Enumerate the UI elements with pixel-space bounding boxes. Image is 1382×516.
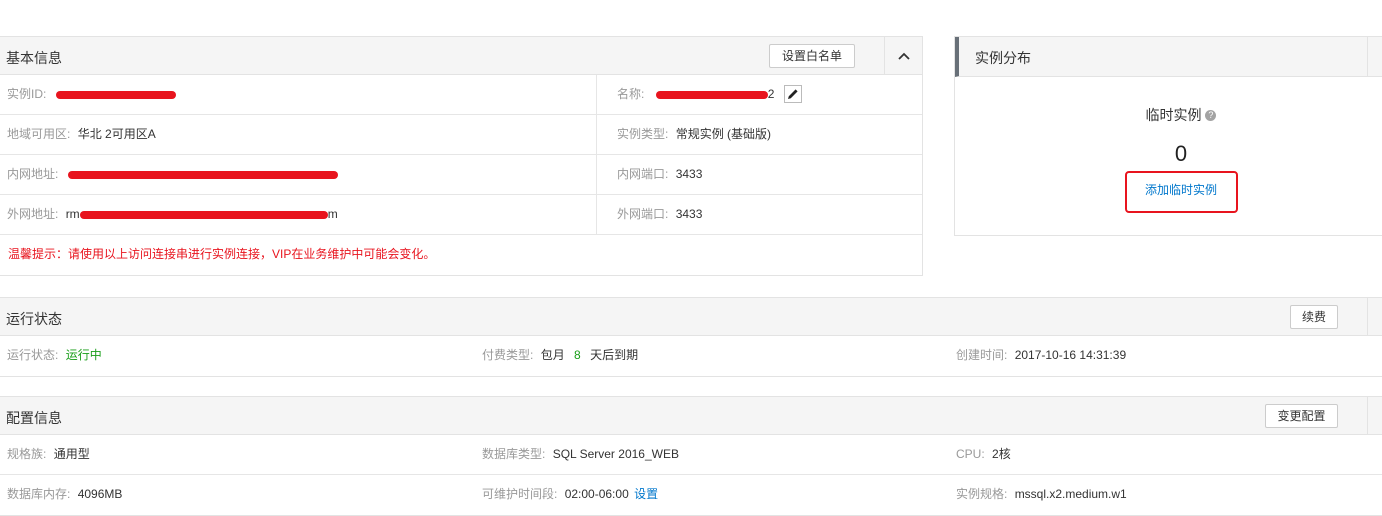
info-row-internet: 外网地址: rm m 外网端口: 3433 — [0, 195, 922, 235]
info-row-intranet: 内网地址: 内网端口: 3433 — [0, 155, 922, 195]
intranet-port-label: 内网端口: — [617, 167, 669, 181]
temp-instance-label-wrap: 临时实例 ? — [955, 105, 1382, 125]
db-memory-label: 数据库内存: — [7, 487, 71, 501]
internet-address-label: 外网地址: — [7, 207, 59, 221]
config-row-1: 规格族: 通用型 数据库类型: SQL Server 2016_WEB CPU:… — [0, 435, 1382, 475]
pay-type-label: 付费类型: — [482, 348, 534, 362]
internet-address-suffix: m — [327, 207, 338, 221]
created-time-field: 创建时间: 2017-10-16 14:31:39 — [956, 336, 1126, 375]
header-separator — [1367, 298, 1368, 335]
header-separator — [1367, 397, 1368, 434]
cpu-field: CPU: 2核 — [956, 435, 1011, 474]
name-field: 名称: 2 — [617, 75, 802, 114]
instance-id-label: 实例ID: — [7, 87, 47, 101]
run-status-value: 运行中 — [65, 348, 102, 362]
chevron-up-icon — [898, 52, 910, 60]
info-row-region: 地域可用区: 华北 2可用区A 实例类型: 常规实例 (基础版) — [0, 115, 922, 155]
region-label: 地域可用区: — [7, 127, 71, 141]
db-type-value: SQL Server 2016_WEB — [552, 447, 679, 461]
run-status-panel: 运行状态 续费 运行状态: 运行中 付费类型: 包月 8 天后到期 创建时间: … — [0, 297, 1382, 377]
connection-warning: 温馨提示：请使用以上访问连接串进行实例连接，VIP在业务维护中可能会变化。 — [8, 247, 436, 261]
pay-type-field: 付费类型: 包月 8 天后到期 — [482, 336, 638, 375]
cpu-value: 2核 — [992, 447, 1011, 461]
distribution-header: 实例分布 — [955, 37, 1382, 77]
distribution-title: 实例分布 — [975, 50, 1031, 66]
temp-instance-count: 0 — [1174, 141, 1188, 166]
intranet-address-label: 内网地址: — [7, 167, 59, 181]
cpu-label: CPU: — [956, 447, 985, 461]
maintenance-settings-link[interactable]: 设置 — [634, 487, 658, 501]
run-status-header: 运行状态 续费 — [0, 298, 1382, 336]
spec-family-label: 规格族: — [7, 447, 47, 461]
region-field: 地域可用区: 华北 2可用区A — [7, 115, 156, 154]
internet-port-label: 外网端口: — [617, 207, 669, 221]
created-time-label: 创建时间: — [956, 348, 1008, 362]
change-config-button[interactable]: 变更配置 — [1265, 404, 1338, 428]
basic-info-panel: 基本信息 设置白名单 实例ID: 名称: 2 地域可用区: 华北 2可用区A 实… — [0, 36, 923, 276]
instance-type-value: 常规实例 (基础版) — [675, 127, 772, 141]
created-time-value: 2017-10-16 14:31:39 — [1014, 348, 1127, 362]
basic-info-body: 实例ID: 名称: 2 地域可用区: 华北 2可用区A 实例类型: 常规实例 (… — [0, 75, 922, 275]
add-temp-instance-link[interactable]: 添加临时实例 — [955, 181, 1382, 198]
spec-family-value: 通用型 — [53, 447, 90, 461]
redacted-intranet-address — [67, 170, 338, 179]
pay-days-suffix: 天后到期 — [590, 348, 639, 362]
name-suffix: 2 — [767, 87, 775, 101]
pencil-icon — [787, 89, 798, 99]
spec-family-field: 规格族: 通用型 — [7, 435, 90, 474]
run-status-field: 运行状态: 运行中 — [7, 336, 102, 375]
run-status-title: 运行状态 — [6, 311, 62, 327]
header-separator — [1367, 37, 1368, 76]
instance-id-field: 实例ID: — [7, 75, 176, 114]
intranet-port-field: 内网端口: 3433 — [617, 155, 702, 194]
config-info-panel: 配置信息 变更配置 规格族: 通用型 数据库类型: SQL Server 201… — [0, 396, 1382, 516]
run-status-row: 运行状态: 运行中 付费类型: 包月 8 天后到期 创建时间: 2017-10-… — [0, 336, 1382, 376]
redacted-instance-id — [55, 90, 176, 99]
internet-address-prefix: rm — [65, 207, 80, 221]
redacted-name — [655, 90, 768, 99]
instance-type-field: 实例类型: 常规实例 (基础版) — [617, 115, 771, 154]
collapse-button[interactable] — [884, 37, 923, 74]
db-memory-value: 4096MB — [77, 487, 123, 501]
pay-type-value: 包月 — [540, 348, 565, 362]
intranet-address-field: 内网地址: — [7, 155, 338, 194]
intranet-port-value: 3433 — [675, 167, 703, 181]
redacted-internet-address — [79, 210, 328, 219]
maintenance-window-label: 可维护时间段: — [482, 487, 558, 501]
maintenance-window-field: 可维护时间段: 02:00-06:00 设置 — [482, 475, 658, 514]
basic-info-title: 基本信息 — [6, 50, 62, 66]
renew-button[interactable]: 续费 — [1290, 305, 1338, 329]
instance-type-label: 实例类型: — [617, 127, 669, 141]
name-label: 名称: — [617, 87, 645, 101]
internet-port-field: 外网端口: 3433 — [617, 195, 702, 234]
db-type-label: 数据库类型: — [482, 447, 546, 461]
edit-name-button[interactable] — [783, 84, 802, 103]
pay-days-remaining: 8 — [574, 348, 581, 362]
internet-address-field: 外网地址: rm m — [7, 195, 338, 234]
config-info-title: 配置信息 — [6, 410, 62, 426]
region-value: 华北 2可用区A — [77, 127, 156, 141]
config-info-header: 配置信息 变更配置 — [0, 397, 1382, 435]
instance-distribution-panel: 实例分布 临时实例 ? 0 添加临时实例 — [954, 36, 1382, 236]
info-row-id: 实例ID: 名称: 2 — [0, 75, 922, 115]
basic-info-header: 基本信息 设置白名单 — [0, 37, 922, 75]
question-circle-icon[interactable]: ? — [1205, 109, 1217, 121]
run-status-label: 运行状态: — [7, 348, 59, 362]
maintenance-window-value: 02:00-06:00 — [564, 487, 629, 501]
db-memory-field: 数据库内存: 4096MB — [7, 475, 122, 514]
temp-instance-label: 临时实例 — [1145, 107, 1202, 123]
set-whitelist-button[interactable]: 设置白名单 — [769, 44, 855, 68]
instance-spec-label: 实例规格: — [956, 487, 1008, 501]
config-row-2: 数据库内存: 4096MB 可维护时间段: 02:00-06:00 设置 实例规… — [0, 475, 1382, 515]
instance-spec-field: 实例规格: mssql.x2.medium.w1 — [956, 475, 1127, 514]
internet-port-value: 3433 — [675, 207, 703, 221]
db-type-field: 数据库类型: SQL Server 2016_WEB — [482, 435, 679, 474]
instance-spec-value: mssql.x2.medium.w1 — [1014, 487, 1127, 501]
